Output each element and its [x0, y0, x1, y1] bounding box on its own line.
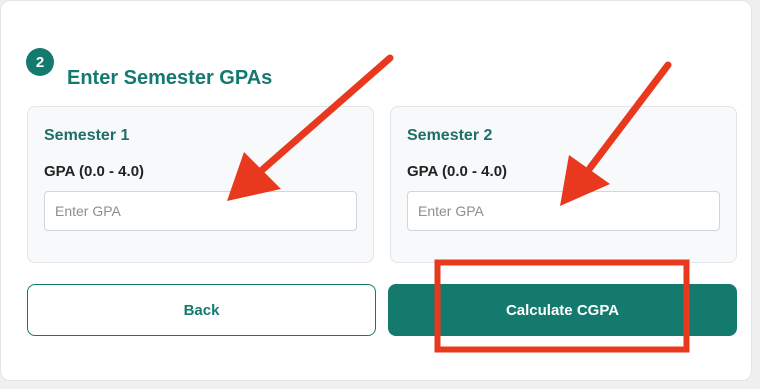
semester-title: Semester 2	[407, 127, 493, 144]
step-number-badge: 2	[26, 48, 54, 76]
gpa-label: GPA (0.0 - 4.0)	[407, 163, 508, 180]
semester-2-gpa-input[interactable]	[407, 191, 720, 231]
section-title: Enter Semester GPAs	[67, 67, 273, 89]
gpa-label: GPA (0.0 - 4.0)	[44, 163, 145, 180]
gpa-form-card: 2 Enter Semester GPAs Semester 1 GPA (0.…	[0, 0, 752, 381]
semester-card-1: Semester 1 GPA (0.0 - 4.0)	[27, 106, 374, 263]
semester-1-gpa-input[interactable]	[44, 191, 357, 231]
calculate-cgpa-button[interactable]: Calculate CGPA	[388, 284, 737, 336]
semester-card-2: Semester 2 GPA (0.0 - 4.0)	[390, 106, 737, 263]
semester-title: Semester 1	[44, 127, 130, 144]
back-button[interactable]: Back	[27, 284, 376, 336]
